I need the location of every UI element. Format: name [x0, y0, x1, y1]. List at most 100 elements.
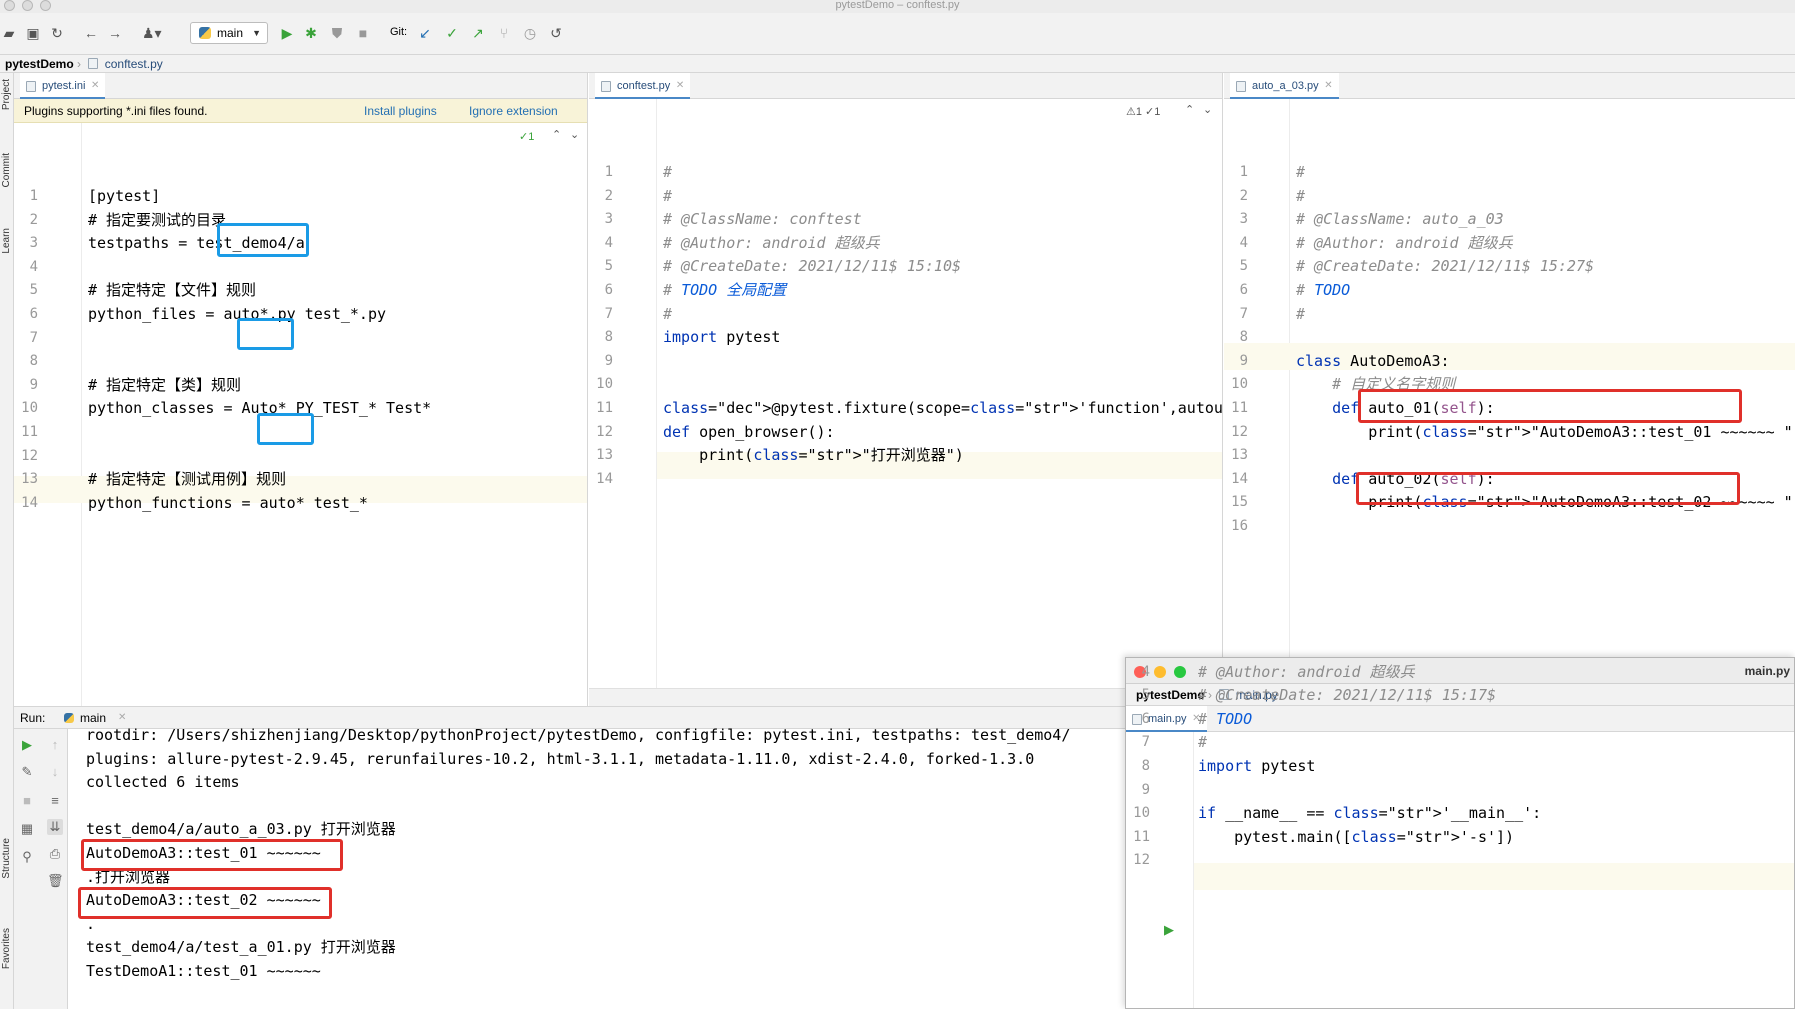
- editor-auto-a-03-py: auto_a_03.py ✕ 1 #2 #3 # @ClassName: auto_a…: [1224, 73, 1795, 706]
- line-number: 10: [596, 376, 613, 393]
- banner-message: Plugins supporting *.ini files found.: [24, 104, 208, 118]
- pin-icon[interactable]: ⚲: [19, 849, 35, 865]
- run-configuration-select[interactable]: main ▼: [190, 22, 268, 44]
- chevron-down-icon[interactable]: ⌄: [1203, 103, 1212, 116]
- debug-icon[interactable]: ✱: [302, 24, 320, 42]
- chevron-down-icon[interactable]: ⌄: [570, 128, 579, 141]
- stop-icon[interactable]: ■: [19, 793, 35, 809]
- line-number: 8: [604, 329, 613, 346]
- line-number: 13: [596, 447, 613, 464]
- line-number: 6: [604, 282, 613, 298]
- line-number: 10: [1231, 376, 1248, 393]
- history-icon[interactable]: ◷: [521, 24, 539, 42]
- code-line[interactable]: pytest.main([class="str">'-s']): [1198, 824, 1514, 851]
- highlight-box-test-02: [1356, 472, 1740, 505]
- run-configuration-label: main: [217, 26, 244, 40]
- coverage-icon[interactable]: ⛊: [328, 24, 346, 42]
- line-number: 9: [29, 376, 38, 393]
- line-number: 8: [1141, 758, 1150, 774]
- close-tab-icon[interactable]: ✕: [1324, 73, 1332, 99]
- inspection-badge[interactable]: ⚠1 ✓1: [1126, 105, 1160, 118]
- sync-icon[interactable]: ↻: [48, 24, 66, 42]
- soft-wrap-icon[interactable]: ≡: [47, 793, 63, 809]
- wrench-icon[interactable]: ✎: [19, 764, 35, 780]
- line-number: 15: [1231, 494, 1248, 511]
- line-number: 1: [1239, 164, 1248, 180]
- line-number: 4: [604, 234, 613, 251]
- open-folder-icon[interactable]: ▰: [0, 24, 18, 42]
- code-line[interactable]: # TODO 全局配置: [663, 277, 786, 304]
- editor-conftest-py: conftest.py ✕ ⚠1 ✓1 ⌃ ⌄ 1 #2 #3 # @ClassNam…: [589, 73, 1223, 706]
- line-number: 2: [604, 187, 613, 204]
- run-gutter-icon[interactable]: ▶: [1164, 922, 1174, 938]
- breadcrumb-file[interactable]: conftest.py: [105, 57, 163, 71]
- trash-icon[interactable]: 🗑: [47, 873, 64, 889]
- close-tab-icon[interactable]: ✕: [676, 73, 684, 99]
- line-number: 11: [1133, 828, 1150, 845]
- tool-window-structure[interactable]: Structure: [1, 838, 12, 879]
- editor-tab-bar: auto_a_03.py ✕: [1224, 73, 1795, 99]
- run-toolbar: ▶ ↑ ✎ ↓ ■ ≡ ▦ ⇊ ⚲ ⎙ 🗑: [14, 729, 68, 1009]
- line-number: 6: [1141, 710, 1150, 727]
- rerun-icon[interactable]: ▶: [19, 737, 35, 753]
- layout-icon[interactable]: ▦: [19, 821, 35, 837]
- code-line[interactable]: print(class="str">"打开浏览器"): [663, 442, 964, 469]
- code-line[interactable]: import pytest: [1198, 753, 1315, 780]
- stop-icon[interactable]: ■: [354, 24, 372, 42]
- line-number: 2: [1239, 187, 1248, 204]
- git-commit-icon[interactable]: ✓: [443, 24, 461, 42]
- chevron-up-icon[interactable]: ⌃: [552, 128, 561, 141]
- code-line[interactable]: python_functions = auto* test_*: [88, 490, 368, 517]
- tab-conftest-py[interactable]: conftest.py ✕: [595, 73, 691, 99]
- line-number: 10: [21, 400, 38, 417]
- minimize-window-button[interactable]: [1154, 666, 1166, 678]
- close-tab-icon[interactable]: ✕: [91, 73, 99, 99]
- git-branch-icon[interactable]: ⑂: [495, 24, 513, 42]
- print-icon[interactable]: ⎙: [47, 846, 63, 862]
- line-number: 5: [29, 282, 38, 299]
- line-number: 4: [1239, 234, 1248, 251]
- save-icon[interactable]: ▣: [24, 24, 42, 42]
- highlight-box-output-02: [78, 887, 332, 919]
- git-update-icon[interactable]: ↙: [416, 24, 434, 42]
- back-icon[interactable]: ←: [82, 24, 100, 42]
- chevron-up-icon[interactable]: ⌃: [1185, 103, 1194, 116]
- tool-window-learn[interactable]: Learn: [1, 228, 12, 254]
- git-push-icon[interactable]: ↗: [469, 24, 487, 42]
- user-icon[interactable]: ♟▾: [142, 24, 162, 42]
- highlight-box-functions: [257, 413, 314, 445]
- line-number: 12: [1231, 423, 1248, 440]
- inspection-badge[interactable]: ✓1: [519, 130, 534, 143]
- python-file-icon: [88, 58, 99, 69]
- rollback-icon[interactable]: ↺: [547, 24, 565, 42]
- breadcrumb-project[interactable]: pytestDemo: [5, 57, 74, 71]
- zoom-window-button[interactable]: [1174, 666, 1186, 678]
- line-number: 7: [1239, 305, 1248, 322]
- scroll-to-end-icon[interactable]: ⇊: [47, 819, 63, 835]
- line-number: 8: [1239, 329, 1248, 346]
- code-line[interactable]: #: [1296, 301, 1305, 328]
- down-icon[interactable]: ↓: [47, 764, 63, 780]
- chevron-down-icon: ▼: [252, 28, 261, 38]
- line-number: 14: [21, 494, 38, 511]
- python-icon: [64, 713, 74, 723]
- tool-window-favorites[interactable]: Favorites: [1, 928, 12, 969]
- tool-window-commit[interactable]: Commit: [1, 153, 12, 187]
- forward-icon[interactable]: →: [106, 24, 124, 42]
- ide-window: pytestDemo – conftest.py ▰ ▣ ↻ ← → ♟▾ ma…: [0, 0, 1795, 1009]
- line-number: 4: [1141, 663, 1150, 680]
- up-icon[interactable]: ↑: [47, 737, 63, 753]
- tab-auto-a-03-py[interactable]: auto_a_03.py ✕: [1230, 73, 1339, 99]
- current-line-highlight: [1194, 863, 1794, 890]
- run-icon[interactable]: ▶: [278, 24, 296, 42]
- tab-pytest-ini[interactable]: pytest.ini ✕: [20, 73, 106, 99]
- line-number: 8: [29, 353, 38, 370]
- line-number: 6: [29, 306, 38, 322]
- tool-window-project[interactable]: Project: [1, 79, 12, 110]
- ignore-extension-link[interactable]: Ignore extension: [469, 99, 558, 123]
- main-py-window: main.py pytestDemo › main.py main.py ✕ ▶…: [1125, 657, 1795, 1009]
- line-number: 7: [604, 305, 613, 322]
- install-plugins-link[interactable]: Install plugins: [364, 99, 437, 123]
- code-line[interactable]: import pytest: [663, 324, 780, 351]
- line-number: 3: [604, 211, 613, 228]
